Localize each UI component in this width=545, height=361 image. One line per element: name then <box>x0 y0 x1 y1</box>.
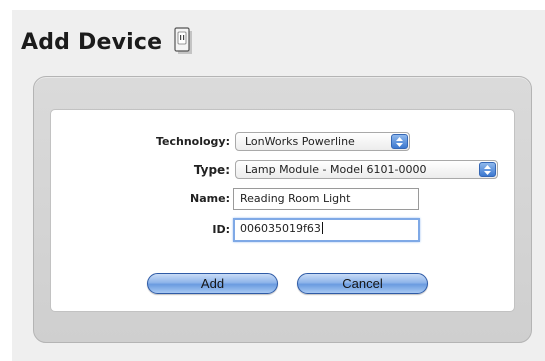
chevron-up-down-icon <box>391 134 408 149</box>
technology-label: Technology: <box>155 135 230 148</box>
chevron-up-down-icon <box>479 162 496 177</box>
page-title: Add Device <box>21 30 163 55</box>
device-module-icon <box>174 27 192 54</box>
text-caret <box>321 222 323 234</box>
add-button[interactable]: Add <box>147 273 278 294</box>
type-select[interactable]: Lamp Module - Model 6101-0000 <box>235 160 498 179</box>
name-label: Name: <box>190 192 230 205</box>
id-label: ID: <box>212 223 230 236</box>
name-field-value: Reading Room Light <box>240 192 351 205</box>
type-label: Type: <box>193 163 230 177</box>
id-field[interactable]: 006035019f63 <box>233 218 420 242</box>
technology-select-value: LonWorks Powerline <box>245 135 355 148</box>
cancel-button[interactable]: Cancel <box>297 273 428 294</box>
id-field-value: 006035019f63 <box>240 222 321 235</box>
type-select-value: Lamp Module - Model 6101-0000 <box>245 163 427 176</box>
name-field[interactable]: Reading Room Light <box>233 188 419 210</box>
technology-select[interactable]: LonWorks Powerline <box>235 132 410 151</box>
